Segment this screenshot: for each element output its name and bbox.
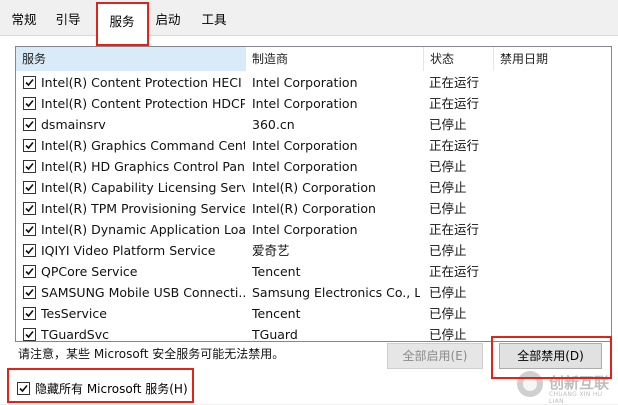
service-disabled-date bbox=[500, 135, 600, 156]
service-name: Intel(R) Graphics Command Cent... bbox=[41, 138, 245, 153]
service-manufacturer: TGuard bbox=[252, 327, 298, 342]
service-disabled-date bbox=[500, 219, 600, 240]
service-checkbox[interactable] bbox=[23, 265, 36, 278]
service-status: 已停止 bbox=[429, 201, 467, 216]
column-header-service[interactable]: 服务 bbox=[16, 47, 246, 71]
service-checkbox[interactable] bbox=[23, 76, 36, 89]
service-disabled-date bbox=[500, 93, 600, 114]
hide-ms-services-label: 隐藏所有 Microsoft 服务(H) bbox=[35, 382, 188, 396]
service-name: TesService bbox=[41, 306, 107, 321]
service-status: 已停止 bbox=[429, 327, 467, 342]
service-status: 已停止 bbox=[429, 243, 467, 258]
service-status: 正在运行 bbox=[429, 96, 480, 111]
service-checkbox[interactable] bbox=[23, 139, 36, 152]
service-status: 已停止 bbox=[429, 180, 467, 195]
watermark-text-en: CHUANG XIN HU LIAN bbox=[549, 391, 603, 405]
service-disabled-date bbox=[500, 114, 600, 135]
table-row[interactable]: Intel(R) Capability Licensing Servi... In… bbox=[16, 177, 611, 198]
service-manufacturer: Tencent bbox=[252, 306, 301, 321]
logo-ring-icon bbox=[517, 371, 543, 397]
table-row[interactable]: TGuardSvc TGuard 已停止 bbox=[16, 324, 611, 342]
service-status: 已停止 bbox=[429, 306, 467, 321]
tab-general[interactable]: 常规 bbox=[6, 6, 42, 34]
service-status: 正在运行 bbox=[429, 264, 480, 279]
service-name: Intel(R) HD Graphics Control Pan... bbox=[41, 159, 245, 174]
service-name: Intel(R) Capability Licensing Servi... bbox=[41, 180, 245, 195]
service-status: 已停止 bbox=[429, 117, 467, 132]
table-row[interactable]: dsmainsrv 360.cn 已停止 bbox=[16, 114, 611, 135]
service-manufacturer: Tencent bbox=[252, 264, 301, 279]
list-header: 服务 制造商 状态 禁用日期 bbox=[16, 47, 611, 71]
service-checkbox[interactable] bbox=[23, 181, 36, 194]
column-header-disabled-date[interactable]: 禁用日期 bbox=[494, 47, 611, 71]
service-disabled-date bbox=[500, 177, 600, 198]
service-manufacturer: Intel Corporation bbox=[252, 159, 358, 174]
services-list[interactable]: 服务 制造商 状态 禁用日期 Intel(R) Content Protecti… bbox=[15, 46, 612, 342]
service-checkbox[interactable] bbox=[23, 307, 36, 320]
service-disabled-date bbox=[500, 282, 600, 303]
service-checkbox[interactable] bbox=[23, 97, 36, 110]
service-checkbox[interactable] bbox=[23, 160, 36, 173]
service-status: 正在运行 bbox=[429, 75, 480, 90]
tab-services[interactable]: 服务 bbox=[96, 2, 148, 36]
service-manufacturer: Samsung Electronics Co., L... bbox=[252, 285, 420, 300]
service-name: QPCore Service bbox=[41, 264, 138, 279]
table-row[interactable]: Intel(R) Graphics Command Cent... Intel C… bbox=[16, 135, 611, 156]
column-header-status[interactable]: 状态 bbox=[424, 47, 494, 71]
service-name: Intel(R) TPM Provisioning Service bbox=[41, 201, 245, 216]
table-row[interactable]: TesService Tencent 已停止 bbox=[16, 303, 611, 324]
service-name: Intel(R) Content Protection HECI ... bbox=[41, 75, 245, 90]
service-disabled-date bbox=[500, 156, 600, 177]
service-manufacturer: Intel(R) Corporation bbox=[252, 180, 376, 195]
table-row[interactable]: Intel(R) Content Protection HDCP... Intel… bbox=[16, 93, 611, 114]
service-status: 已停止 bbox=[429, 285, 467, 300]
watermark-logo: 创新互联 CHUANG XIN HU LIAN bbox=[515, 369, 615, 405]
tab-startup[interactable]: 启动 bbox=[150, 6, 186, 34]
disable-all-button[interactable]: 全部禁用(D) bbox=[499, 343, 602, 369]
service-disabled-date bbox=[500, 198, 600, 219]
service-checkbox[interactable] bbox=[23, 118, 36, 131]
service-status: 已停止 bbox=[429, 159, 467, 174]
table-row[interactable]: Intel(R) Content Protection HECI ... Inte… bbox=[16, 72, 611, 93]
security-note: 请注意，某些 Microsoft 安全服务可能无法禁用。 bbox=[18, 347, 285, 361]
service-manufacturer: Intel Corporation bbox=[252, 138, 358, 153]
service-manufacturer: Intel Corporation bbox=[252, 222, 358, 237]
service-manufacturer: 360.cn bbox=[252, 117, 295, 132]
service-name: Intel(R) Content Protection HDCP... bbox=[41, 96, 245, 111]
service-checkbox[interactable] bbox=[23, 286, 36, 299]
service-name: SAMSUNG Mobile USB Connecti... bbox=[41, 285, 245, 300]
tab-boot[interactable]: 引导 bbox=[50, 6, 86, 34]
service-checkbox[interactable] bbox=[23, 223, 36, 236]
service-manufacturer: Intel Corporation bbox=[252, 96, 358, 111]
table-row[interactable]: QPCore Service Tencent 正在运行 bbox=[16, 261, 611, 282]
service-manufacturer: Intel Corporation bbox=[252, 75, 358, 90]
service-name: dsmainsrv bbox=[41, 117, 106, 132]
table-row[interactable]: SAMSUNG Mobile USB Connecti... Samsung El… bbox=[16, 282, 611, 303]
table-row[interactable]: IQIYI Video Platform Service 爱奇艺 已停止 bbox=[16, 240, 611, 261]
service-checkbox[interactable] bbox=[23, 328, 36, 341]
service-disabled-date bbox=[500, 303, 600, 324]
enable-all-button[interactable]: 全部启用(E) bbox=[387, 343, 483, 369]
table-row[interactable]: Intel(R) TPM Provisioning Service Intel(R… bbox=[16, 198, 611, 219]
tab-bar: 常规 引导 服务 启动 工具 bbox=[0, 0, 618, 36]
service-manufacturer: 爱奇艺 bbox=[252, 243, 290, 258]
service-checkbox[interactable] bbox=[23, 244, 36, 257]
service-status: 正在运行 bbox=[429, 138, 480, 153]
service-name: TGuardSvc bbox=[41, 327, 109, 342]
service-disabled-date bbox=[500, 240, 600, 261]
table-row[interactable]: Intel(R) HD Graphics Control Pan... Intel… bbox=[16, 156, 611, 177]
service-manufacturer: Intel(R) Corporation bbox=[252, 201, 376, 216]
service-disabled-date bbox=[500, 324, 600, 341]
column-header-manufacturer[interactable]: 制造商 bbox=[246, 47, 424, 71]
service-checkbox[interactable] bbox=[23, 202, 36, 215]
watermark-text-zh: 创新互联 bbox=[549, 374, 610, 392]
service-status: 正在运行 bbox=[429, 222, 480, 237]
checkbox-checked-icon[interactable] bbox=[17, 382, 30, 395]
service-disabled-date bbox=[500, 72, 600, 93]
tab-tools[interactable]: 工具 bbox=[196, 6, 232, 34]
service-name: IQIYI Video Platform Service bbox=[41, 243, 216, 258]
table-row[interactable]: Intel(R) Dynamic Application Loa... Intel… bbox=[16, 219, 611, 240]
service-name: Intel(R) Dynamic Application Loa... bbox=[41, 222, 245, 237]
service-disabled-date bbox=[500, 261, 600, 282]
